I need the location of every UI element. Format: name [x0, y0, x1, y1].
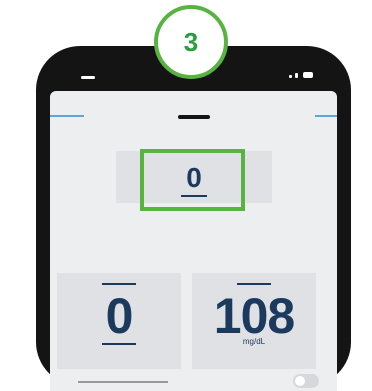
highlight-box	[140, 149, 245, 211]
header-right-action[interactable]	[315, 115, 337, 117]
left-tile-top-line	[102, 283, 136, 285]
status-time-mark	[81, 76, 95, 79]
app-screen: 0 0 108 mg/dL	[50, 91, 337, 391]
right-value-tile[interactable]: 108 mg/dL	[192, 273, 316, 369]
header-left-action[interactable]	[50, 115, 84, 117]
step-number: 3	[183, 26, 199, 57]
left-value-tile[interactable]: 0	[57, 273, 181, 369]
option-toggle[interactable]	[293, 374, 319, 388]
toggle-knob	[295, 376, 305, 386]
right-tile-top-line	[237, 283, 271, 285]
signal-bar-icon	[289, 75, 292, 78]
bottom-option-line	[78, 381, 168, 383]
battery-icon	[303, 72, 313, 78]
step-badge: 3	[154, 5, 228, 79]
header-title-bar	[178, 115, 210, 119]
status-bar-icons	[289, 72, 313, 78]
signal-bar-icon	[295, 73, 298, 78]
right-tile-unit: mg/dL	[242, 337, 266, 346]
left-tile-value: 0	[105, 288, 134, 344]
phone-frame: 0 0 108 mg/dL	[36, 46, 351, 391]
left-tile-underline	[102, 343, 136, 345]
